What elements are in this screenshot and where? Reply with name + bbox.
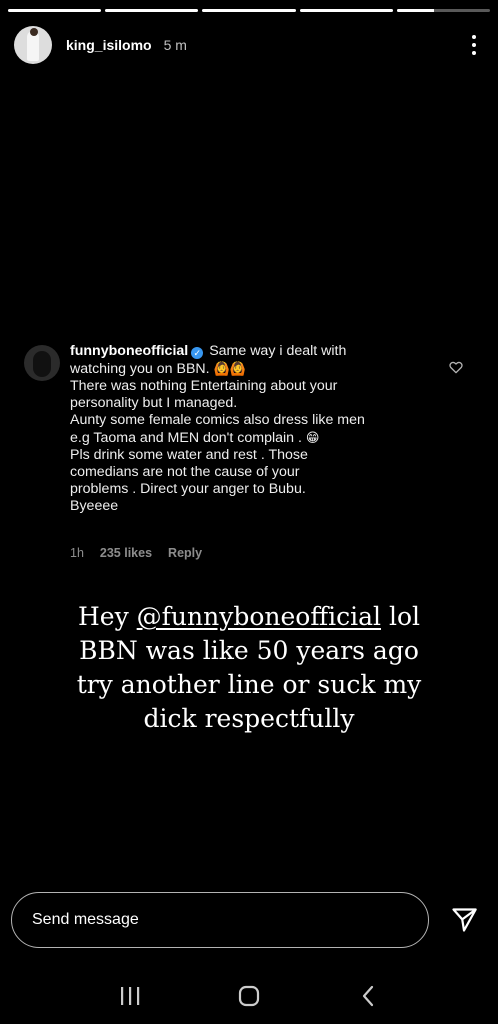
progress-fill	[8, 9, 102, 12]
progress-fill	[105, 9, 199, 12]
caption-line: BBN was like 50 years ago	[79, 636, 419, 665]
send-message-box[interactable]	[11, 892, 429, 948]
caption-line: Hey @funnyboneofficial lol	[40, 600, 458, 634]
back-icon[interactable]	[354, 982, 382, 1010]
heart-outline-icon	[449, 361, 463, 374]
comment-text-line: watching you on BBN.	[70, 361, 210, 377]
comment-age: 1h	[70, 546, 84, 560]
story-username[interactable]: king_isilomo	[66, 37, 152, 53]
caption-prefix: Hey	[77, 602, 137, 631]
comment-text-line: Same way i dealt with	[209, 343, 347, 359]
progress-fill	[202, 9, 296, 12]
home-icon[interactable]	[235, 982, 263, 1010]
story-caption: Hey @funnyboneofficial lol BBN was like …	[40, 600, 458, 736]
send-message-input[interactable]	[30, 910, 394, 930]
system-nav-bar	[0, 968, 498, 1024]
avatar[interactable]	[14, 26, 52, 64]
comment-reply: Reply	[168, 546, 203, 560]
emoji: 😁	[305, 430, 320, 445]
story-progress	[8, 9, 491, 12]
story-time: 5 m	[163, 37, 187, 53]
progress-segment	[299, 9, 393, 12]
comment-text-line: Aunty some female comics also dress like…	[70, 412, 365, 428]
progress-fill	[396, 9, 435, 12]
caption-suffix: lol	[381, 602, 420, 631]
progress-fill	[299, 9, 393, 12]
comment-text-line: e.g Taoma and MEN don't complain .	[70, 430, 302, 446]
comment-avatar	[24, 345, 60, 381]
paper-plane-icon[interactable]	[448, 906, 480, 934]
comment-text-line: personality but I managed.	[70, 395, 238, 411]
recents-icon[interactable]	[116, 982, 144, 1010]
caption-line: dick respectfully	[143, 704, 355, 733]
comment-text-line: Byeeee	[70, 498, 119, 514]
avatar-head	[30, 28, 38, 36]
emoji: 🙆🙆	[213, 361, 246, 376]
progress-segment	[8, 9, 102, 12]
comment-meta: 1h 235 likes Reply	[70, 546, 202, 560]
progress-segment	[396, 9, 491, 12]
more-vertical-icon[interactable]	[464, 33, 484, 57]
comment-text-line: problems . Direct your anger to Bubu.	[70, 481, 306, 497]
comment-body: funnyboneofficial ✓ Same way i dealt with…	[70, 343, 430, 515]
story-header: king_isilomo 5 m	[14, 24, 484, 66]
progress-segment	[202, 9, 296, 12]
progress-segment	[105, 9, 199, 12]
caption-mention[interactable]: @funnyboneofficial	[137, 602, 381, 631]
comment-text-line: There was nothing Entertaining about you…	[70, 378, 338, 394]
comment-username: funnyboneofficial	[70, 343, 189, 359]
verified-badge-icon: ✓	[191, 347, 204, 359]
comment-text-line: comedians are not the cause of your	[70, 464, 300, 480]
comment-text-line: Pls drink some water and rest . Those	[70, 447, 308, 463]
caption-line: try another line or suck my	[76, 670, 422, 699]
comment-likes: 235 likes	[99, 546, 153, 560]
